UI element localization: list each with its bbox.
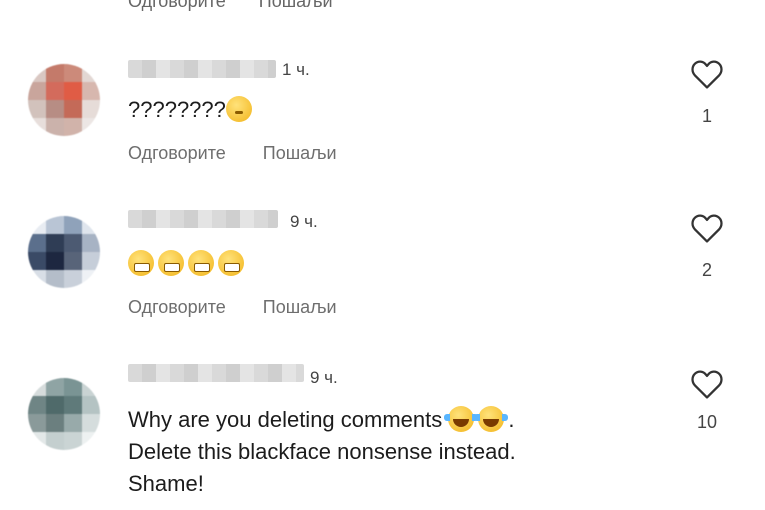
avatar-pixel	[46, 432, 64, 450]
thinking-face-icon	[225, 96, 252, 122]
avatar-pixel	[46, 234, 64, 252]
avatar-pixel	[82, 118, 100, 136]
avatar-pixel	[28, 64, 46, 82]
like-count: 2	[701, 260, 712, 280]
grimacing-face-icon	[188, 250, 214, 276]
avatar-pixel	[46, 396, 64, 414]
avatar-pixel	[64, 216, 82, 234]
avatar-pixel	[28, 216, 46, 234]
avatar-pixel	[28, 432, 46, 450]
avatar-pixel	[64, 64, 82, 82]
comment-time: 1 ч.	[282, 60, 310, 79]
heart-icon[interactable]	[690, 212, 724, 244]
send-button[interactable]: Пошаљи	[263, 297, 337, 317]
avatar-pixel	[82, 270, 100, 288]
avatar-pixel	[64, 270, 82, 288]
face-with-tears-of-joy-icon	[444, 406, 479, 432]
avatar-pixel	[46, 414, 64, 432]
avatar-pixel	[28, 234, 46, 252]
avatar[interactable]	[28, 216, 100, 288]
avatar-pixel	[64, 432, 82, 450]
avatar-pixel	[46, 64, 64, 82]
face-with-tears-of-joy-icon	[474, 406, 509, 432]
avatar-pixel	[28, 414, 46, 432]
comment-text-line2: Delete this blackface nonsense instead.	[128, 439, 516, 464]
comment-text-content: ????????	[128, 97, 226, 122]
avatar-pixel	[82, 252, 100, 270]
heart-icon[interactable]	[690, 368, 724, 400]
like-count: 10	[696, 412, 718, 432]
avatar-pixel	[64, 252, 82, 270]
comment-actions: Одговорите Пошаљи	[128, 143, 369, 164]
avatar-pixel	[82, 64, 100, 82]
avatar-pixel	[64, 82, 82, 100]
avatar-pixel	[82, 100, 100, 118]
comment-text: ????????	[128, 94, 648, 126]
reply-button[interactable]: Одговорите	[128, 0, 226, 11]
send-button[interactable]: Пошаљи	[263, 143, 337, 163]
heart-icon[interactable]	[690, 58, 724, 90]
reply-button[interactable]: Одговорите	[128, 143, 226, 163]
grimacing-face-icon	[158, 250, 184, 276]
avatar-pixel	[28, 100, 46, 118]
avatar-pixel	[82, 396, 100, 414]
avatar-pixel	[64, 118, 82, 136]
like-count: 1	[701, 106, 712, 126]
comment-text-end: .	[508, 407, 515, 432]
avatar-pixel	[64, 414, 82, 432]
avatar-pixel	[82, 378, 100, 396]
avatar-pixel	[46, 118, 64, 136]
avatar-pixel	[46, 82, 64, 100]
avatar-pixel	[64, 234, 82, 252]
grimacing-face-icon	[128, 250, 154, 276]
avatar-pixel	[28, 378, 46, 396]
avatar-pixel	[28, 396, 46, 414]
avatar-pixel	[82, 432, 100, 450]
send-button[interactable]: Пошаљи	[259, 0, 333, 11]
comment-time: 9 ч.	[290, 212, 318, 231]
avatar[interactable]	[28, 378, 100, 450]
avatar-pixel	[46, 100, 64, 118]
blurred-username[interactable]	[128, 60, 276, 78]
comment-text-line3: Shame!	[128, 471, 204, 496]
previous-comment-actions: Одговорите Пошаљи	[128, 0, 361, 12]
comment-text: Why are you deleting comments . Delete t…	[128, 404, 648, 500]
blurred-username[interactable]	[128, 364, 304, 382]
comment-text-line1: Why are you deleting comments	[128, 407, 443, 432]
avatar-pixel	[46, 252, 64, 270]
avatar-pixel	[82, 414, 100, 432]
comment-text	[128, 248, 648, 280]
avatar-pixel	[28, 118, 46, 136]
avatar-pixel	[46, 270, 64, 288]
avatar-pixel	[46, 216, 64, 234]
avatar-pixel	[46, 378, 64, 396]
avatar-pixel	[28, 252, 46, 270]
grimacing-face-icon	[218, 250, 244, 276]
comment-actions: Одговорите Пошаљи	[128, 297, 369, 318]
avatar-pixel	[28, 82, 46, 100]
avatar-pixel	[82, 216, 100, 234]
avatar-pixel	[82, 234, 100, 252]
avatar-pixel	[64, 396, 82, 414]
comment-time: 9 ч.	[310, 368, 338, 387]
avatar-pixel	[64, 100, 82, 118]
avatar-pixel	[82, 82, 100, 100]
avatar-pixel	[28, 270, 46, 288]
avatar-pixel	[64, 378, 82, 396]
avatar[interactable]	[28, 64, 100, 136]
reply-button[interactable]: Одговорите	[128, 297, 226, 317]
blurred-username[interactable]	[128, 210, 278, 228]
